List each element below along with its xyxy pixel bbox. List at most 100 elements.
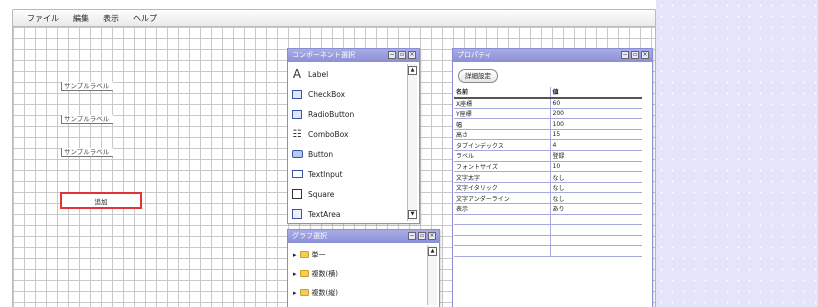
component-item-label[interactable]: A Label <box>291 64 405 84</box>
workspace-background <box>656 0 818 307</box>
combobox-icon: ☷ <box>292 128 302 140</box>
property-row[interactable]: Y座標 200 <box>454 108 642 120</box>
component-list: A Label CheckBox RadioButton ☷ ComboBox … <box>291 64 405 221</box>
property-name: 高さ <box>454 129 551 141</box>
checkbox-icon <box>291 89 303 100</box>
textinput-icon <box>291 169 303 180</box>
sample-label-1[interactable]: サンプルラベル <box>61 82 113 91</box>
property-row[interactable]: フォントサイズ 10 <box>454 161 642 173</box>
graph-panel-title: グラフ選択 <box>292 232 327 240</box>
property-name: 幅 <box>454 118 551 130</box>
menu-edit[interactable]: 編集 <box>73 13 89 24</box>
property-name: Y座標 <box>454 108 551 120</box>
close-icon[interactable]: × <box>428 232 436 240</box>
property-value[interactable] <box>550 235 642 247</box>
component-item-textinput[interactable]: TextInput <box>291 164 405 184</box>
property-name: フォントサイズ <box>454 161 551 173</box>
component-scrollbar[interactable]: ▲ ▼ <box>407 64 417 221</box>
component-item-text: Button <box>308 149 334 159</box>
property-value[interactable]: 4 <box>550 139 642 152</box>
property-value[interactable]: 100 <box>550 118 642 130</box>
close-icon[interactable]: × <box>408 51 416 59</box>
property-name: 文字イタリック <box>454 182 551 194</box>
component-panel-titlebar[interactable]: コンポーネント選択 − ▫ × <box>288 49 419 62</box>
component-item-square[interactable]: Square <box>291 184 405 204</box>
property-row[interactable]: 文字アンダーライン なし <box>454 192 642 205</box>
component-item-radiobutton[interactable]: RadioButton <box>291 104 405 124</box>
textarea-icon <box>291 209 303 220</box>
graph-tree-item[interactable]: ▸ 複数(縦) <box>288 283 427 302</box>
property-value[interactable]: あり <box>550 203 642 215</box>
property-name: X座標 <box>454 97 551 109</box>
property-row[interactable]: 幅 100 <box>454 118 642 130</box>
property-row[interactable] <box>454 235 642 247</box>
property-value[interactable]: なし <box>550 192 642 205</box>
selected-add-button[interactable]: 追加 <box>60 192 142 209</box>
component-item-textarea[interactable]: TextArea <box>291 204 405 221</box>
property-name: 文字太字 <box>454 171 551 183</box>
graph-tree-label: 複数(横) <box>311 269 338 278</box>
detail-settings-button[interactable]: 詳細設定 <box>458 69 498 83</box>
property-value[interactable]: 登録 <box>550 150 642 162</box>
minimize-icon[interactable]: − <box>408 232 416 240</box>
folder-icon <box>299 270 309 277</box>
minimize-icon[interactable]: − <box>388 51 396 59</box>
graph-tree-item[interactable]: ▸ 単一 <box>288 245 427 264</box>
component-item-combobox[interactable]: ☷ ComboBox <box>291 124 405 144</box>
property-value[interactable] <box>550 224 642 236</box>
property-value[interactable]: なし <box>550 171 642 183</box>
property-name <box>454 235 551 247</box>
property-row[interactable]: ラベル 登録 <box>454 150 642 162</box>
menu-help[interactable]: ヘルプ <box>133 13 157 24</box>
folder-icon <box>299 289 309 296</box>
menu-file[interactable]: ファイル <box>27 13 59 24</box>
property-row[interactable]: 表示 あり <box>454 203 642 215</box>
component-item-text: RadioButton <box>308 109 355 119</box>
scroll-up-icon[interactable]: ▲ <box>428 247 437 256</box>
property-row[interactable] <box>454 245 642 257</box>
square-icon <box>291 189 303 200</box>
menu-view[interactable]: 表示 <box>103 13 119 24</box>
graph-tree: ▸ 単一 ▸ 複数(横) ▸ 複数(縦) <box>288 245 427 302</box>
property-value[interactable]: 10 <box>550 161 642 173</box>
graph-tree-item[interactable]: ▸ 複数(横) <box>288 264 427 283</box>
close-icon[interactable]: × <box>641 51 649 59</box>
property-panel-titlebar[interactable]: プロパティ − ▫ × <box>453 49 652 62</box>
graph-panel: グラフ選択 − ▫ × ▸ 単一 ▸ 複数(横) ▸ 複数(縦) ▲ <box>287 229 440 307</box>
property-value[interactable]: なし <box>550 182 642 194</box>
folder-icon <box>299 251 309 258</box>
expand-arrow-icon: ▸ <box>293 250 297 259</box>
property-value[interactable]: 15 <box>550 129 642 141</box>
component-item-text: Label <box>308 69 329 79</box>
property-row[interactable]: 文字太字 なし <box>454 171 642 183</box>
property-value[interactable] <box>550 245 642 257</box>
scroll-down-icon[interactable]: ▼ <box>408 210 417 219</box>
property-value[interactable]: 60 <box>550 97 642 109</box>
component-item-checkbox[interactable]: CheckBox <box>291 84 405 104</box>
property-row[interactable]: タブインデックス 4 <box>454 139 642 152</box>
sample-label-2[interactable]: サンプルラベル <box>61 115 113 124</box>
property-row[interactable] <box>454 224 642 236</box>
property-name: タブインデックス <box>454 139 551 152</box>
property-row[interactable]: 文字イタリック なし <box>454 182 642 194</box>
restore-icon[interactable]: ▫ <box>418 232 426 240</box>
property-name <box>454 214 551 226</box>
restore-icon[interactable]: ▫ <box>631 51 639 59</box>
column-header-name: 名前 <box>454 87 551 99</box>
graph-panel-titlebar[interactable]: グラフ選択 − ▫ × <box>288 230 439 243</box>
sample-label-3[interactable]: サンプルラベル <box>61 148 113 157</box>
property-row[interactable] <box>454 214 642 226</box>
expand-arrow-icon: ▸ <box>293 269 297 278</box>
property-row[interactable]: X座標 60 <box>454 97 642 109</box>
component-item-text: Square <box>308 189 335 199</box>
minimize-icon[interactable]: − <box>621 51 629 59</box>
expand-arrow-icon: ▸ <box>293 288 297 297</box>
scroll-up-icon[interactable]: ▲ <box>408 66 417 75</box>
property-row[interactable]: 高さ 15 <box>454 129 642 141</box>
property-value[interactable]: 200 <box>550 108 642 120</box>
restore-icon[interactable]: ▫ <box>398 51 406 59</box>
component-item-text: ComboBox <box>308 129 349 139</box>
component-item-button[interactable]: Button <box>291 144 405 164</box>
graph-scrollbar[interactable]: ▲ <box>427 245 437 305</box>
property-value[interactable] <box>550 214 642 226</box>
